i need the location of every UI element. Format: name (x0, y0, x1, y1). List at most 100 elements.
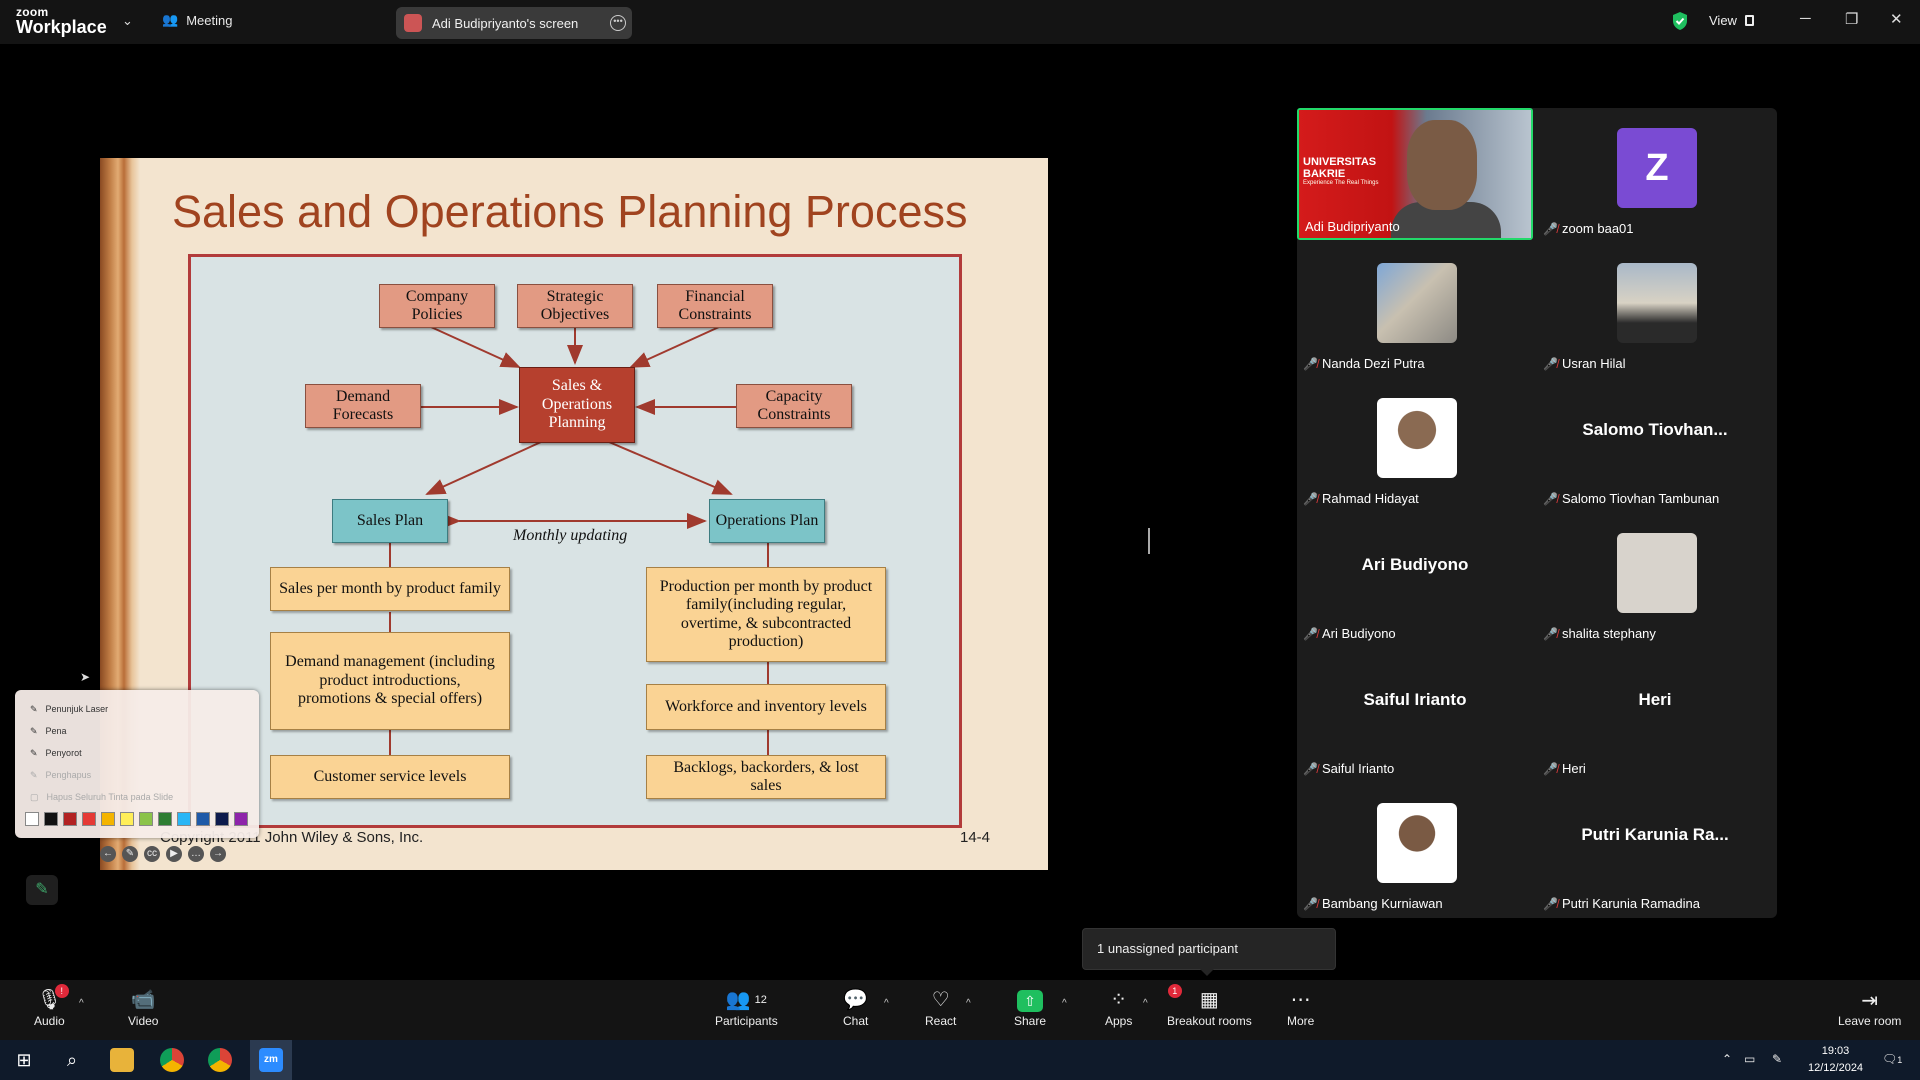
react-options-caret[interactable]: ^ (966, 998, 971, 1009)
participant-name: 🎤̸ Nanda Dezi Putra (1303, 356, 1425, 371)
name-text: Rahmad Hidayat (1321, 491, 1419, 506)
pen-item-label: Pena (45, 726, 67, 736)
avatar (1617, 263, 1697, 343)
restore-icon[interactable]: ❐ (1845, 10, 1858, 28)
camera-icon[interactable]: ▶ (166, 846, 182, 862)
file-explorer-icon[interactable] (110, 1048, 134, 1072)
screen-share-indicator[interactable]: Adi Budipriyanto's screen ••• (396, 7, 632, 39)
participant-tile[interactable]: 🎤̸ Rahmad Hidayat (1297, 378, 1533, 510)
participant-tile[interactable]: 🎤̸ Bambang Kurniawan (1297, 783, 1533, 915)
audio-alert-badge: ! (54, 984, 69, 998)
participant-tile[interactable]: Putri Karunia Ra... 🎤̸ Putri Karunia Rama… (1537, 783, 1773, 915)
apps-button[interactable]: ⁘ Apps (1105, 988, 1132, 1028)
chat-button[interactable]: 💬 Chat (843, 988, 868, 1028)
search-icon[interactable]: ⌕ (60, 1048, 84, 1072)
color-swatch[interactable] (158, 812, 172, 826)
name-text: zoom baa01 (1561, 221, 1634, 236)
network-icon[interactable]: ▭ (1744, 1052, 1755, 1066)
slide-number: 14-4 (960, 829, 991, 846)
breakout-rooms-button[interactable]: ▦ 1 Breakout rooms (1167, 984, 1252, 1028)
view-button[interactable]: View (1709, 13, 1754, 28)
color-swatch[interactable] (120, 812, 134, 826)
meeting-toolbar: 🎙! Audio ^ 📹 Video 👥 12 Participants 💬 Ch… (0, 980, 1920, 1040)
chrome-profile-icon[interactable] (208, 1048, 232, 1072)
participant-tile[interactable]: 🎤̸ Nanda Dezi Putra (1297, 243, 1533, 375)
participant-tile[interactable]: Ari Budiyono 🎤̸ Ari Budiyono (1297, 513, 1533, 645)
minimize-icon[interactable]: ─ (1800, 10, 1811, 27)
participant-tile[interactable]: Heri 🎤̸ Heri (1537, 648, 1773, 780)
chrome-icon[interactable] (160, 1048, 184, 1072)
close-icon[interactable]: ✕ (1890, 10, 1903, 28)
sharer-avatar (404, 14, 422, 32)
shield-icon[interactable] (1671, 11, 1689, 31)
color-swatch[interactable] (139, 812, 153, 826)
participant-name: 🎤̸ Rahmad Hidayat (1303, 491, 1419, 506)
participant-tile[interactable]: Salomo Tiovhan... 🎤̸ Salomo Tiovhan Tambu… (1537, 378, 1773, 510)
box-strategic-objectives: Strategic Objectives (517, 284, 633, 328)
color-swatch[interactable] (44, 812, 58, 826)
annotate-pen-icon[interactable]: ✎ (26, 875, 58, 905)
apps-icon: ⁘ (1110, 989, 1128, 1011)
leave-room-button[interactable]: ⇥ Leave room (1838, 988, 1901, 1028)
participants-label: Participants (715, 1014, 778, 1028)
color-swatch[interactable] (196, 812, 210, 826)
more-options-icon[interactable]: ••• (610, 15, 626, 31)
participants-count: 12 (754, 994, 767, 1006)
participant-tile[interactable]: 🎤̸ shalita stephany (1537, 513, 1773, 645)
next-slide-icon[interactable]: → (210, 846, 226, 862)
audio-button[interactable]: 🎙! Audio (34, 984, 69, 1028)
participant-name: 🎤̸ Bambang Kurniawan (1303, 896, 1443, 911)
slide-controls: ← ✎ cc ▶ … → (100, 846, 226, 862)
video-button[interactable]: 📹 Video (128, 988, 158, 1028)
participant-tile[interactable]: Saiful Irianto 🎤̸ Saiful Irianto (1297, 648, 1533, 780)
pen-menu-highlighter[interactable]: ✎ Penyorot (15, 742, 259, 764)
muted-mic-icon: 🎤̸ (1543, 626, 1558, 641)
muted-mic-icon: 🎤̸ (1303, 491, 1318, 506)
pen-menu-clear-ink[interactable]: ▢ Hapus Seluruh Tinta pada Slide (15, 786, 259, 808)
unassigned-participant-popup[interactable]: 1 unassigned participant (1082, 928, 1336, 970)
share-button[interactable]: ⇧ Share (1014, 988, 1046, 1028)
participant-tile[interactable]: Z 🎤̸ zoom baa01 (1537, 108, 1773, 240)
windows-start-icon[interactable]: ⊞ (12, 1048, 36, 1072)
pen-menu-laser[interactable]: ✎ Penunjuk Laser (15, 698, 259, 720)
color-swatch[interactable] (82, 812, 96, 826)
pen-menu-eraser[interactable]: ✎ Penghapus (15, 764, 259, 786)
more-options-icon[interactable]: … (188, 846, 204, 862)
show-hidden-icons[interactable]: ⌃ (1722, 1052, 1732, 1066)
participant-tile-presenter[interactable]: UNIVERSITAS BAKRIE Experience The Real T… (1297, 108, 1533, 240)
chevron-down-icon[interactable]: ⌄ (122, 13, 133, 29)
system-clock[interactable]: 19:03 12/12/2024 (1808, 1043, 1863, 1077)
org-line1: UNIVERSITAS (1303, 156, 1377, 168)
color-swatch[interactable] (25, 812, 39, 826)
react-button[interactable]: ♡ React (925, 988, 956, 1028)
pen-icon[interactable]: ✎ (122, 846, 138, 862)
color-swatch[interactable] (177, 812, 191, 826)
pen-icon: ✎ (30, 725, 38, 736)
participant-tile[interactable]: 🎤̸ Usran Hilal (1537, 243, 1773, 375)
color-swatch[interactable] (234, 812, 248, 826)
subtitles-icon[interactable]: cc (144, 846, 160, 862)
participants-button[interactable]: 👥 12 Participants (715, 988, 778, 1028)
pen-settings-icon[interactable]: ✎ (1772, 1052, 1782, 1066)
share-options-caret[interactable]: ^ (1062, 998, 1067, 1009)
color-swatch[interactable] (215, 812, 229, 826)
pen-icon: ✎ (30, 703, 38, 714)
panel-splitter[interactable] (1148, 528, 1150, 554)
apps-options-caret[interactable]: ^ (1143, 998, 1148, 1009)
meeting-info-button[interactable]: 👥 Meeting (162, 12, 232, 28)
view-label: View (1709, 13, 1737, 28)
pen-item-label: Penyorot (45, 748, 82, 758)
pen-menu-pen[interactable]: ✎ Pena (15, 720, 259, 742)
color-swatch[interactable] (63, 812, 77, 826)
previous-slide-icon[interactable]: ← (100, 846, 116, 862)
zoom-app-icon[interactable]: zm (259, 1048, 283, 1072)
more-button[interactable]: ⋯ More (1287, 988, 1314, 1028)
audio-options-caret[interactable]: ^ (79, 998, 84, 1009)
pen-item-label: Penunjuk Laser (45, 704, 109, 714)
chat-options-caret[interactable]: ^ (884, 998, 889, 1009)
notifications-icon[interactable]: 🗨1 (1882, 1052, 1902, 1066)
zoom-window: zoom Workplace ⌄ 👥 Meeting Adi Budipriya… (0, 0, 1920, 1080)
name-text: Saiful Irianto (1321, 761, 1395, 776)
color-swatch[interactable] (101, 812, 115, 826)
mouse-cursor-icon: ➤ (80, 670, 91, 684)
